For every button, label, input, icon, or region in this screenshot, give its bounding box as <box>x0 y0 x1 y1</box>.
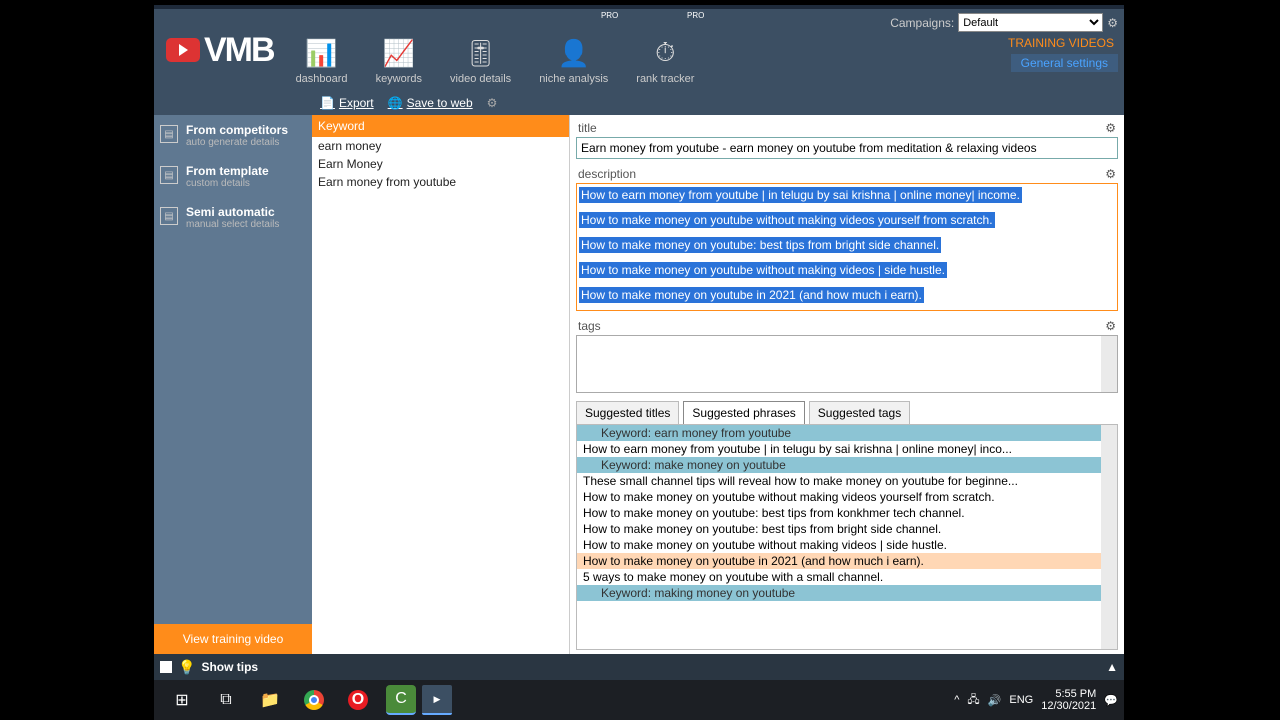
task-view-button[interactable]: ⧉ <box>204 682 248 718</box>
show-tips-button[interactable]: Show tips <box>201 660 258 674</box>
training-videos-link[interactable]: TRAINING VIDEOS <box>1004 34 1118 52</box>
scrollbar[interactable] <box>1101 336 1117 392</box>
pro-badge: PRO <box>687 11 704 20</box>
gear-icon[interactable]: ⚙ <box>1105 319 1116 333</box>
save-to-web-button[interactable]: 🌐Save to web <box>388 96 473 110</box>
campaigns-select[interactable]: Default <box>958 13 1103 32</box>
niche-icon: 👤 <box>558 38 590 69</box>
sidebar-from-template[interactable]: ▤ From templatecustom details <box>154 156 312 197</box>
sidebar-semi-automatic[interactable]: ▤ Semi automaticmanual select details <box>154 197 312 238</box>
document-icon: ▤ <box>160 125 178 143</box>
suggestion-row[interactable]: How to earn money from youtube | in telu… <box>577 441 1117 457</box>
suggestion-row[interactable]: Keyword: earn money from youtube <box>577 425 1117 441</box>
tab-suggested-phrases[interactable]: Suggested phrases <box>683 401 804 424</box>
tab-suggested-tags[interactable]: Suggested tags <box>809 401 910 424</box>
view-training-video-button[interactable]: View training video <box>154 624 312 654</box>
volume-icon[interactable]: 🔊 <box>988 694 1002 707</box>
stop-icon[interactable] <box>160 661 172 673</box>
opera-icon[interactable]: O <box>336 682 380 718</box>
bulb-icon: 💡 <box>178 659 195 676</box>
globe-icon: 🌐 <box>388 96 403 110</box>
general-settings-link[interactable]: General settings <box>1011 54 1118 72</box>
gear-icon[interactable]: ⚙ <box>487 96 498 110</box>
pro-badge: PRO <box>601 11 618 20</box>
keyword-item[interactable]: Earn money from youtube <box>312 173 569 191</box>
dashboard-icon: 📊 <box>305 38 337 69</box>
campaigns-label: Campaigns: <box>890 16 954 30</box>
suggestion-row[interactable]: How to make money on youtube: best tips … <box>577 521 1117 537</box>
title-label: title <box>578 121 597 135</box>
network-icon[interactable]: 🖧 <box>967 691 979 710</box>
start-button[interactable]: ⊞ <box>160 682 204 718</box>
scrollbar[interactable] <box>1101 425 1117 649</box>
notifications-icon[interactable]: 💬 <box>1104 694 1118 707</box>
suggestion-row[interactable]: These small channel tips will reveal how… <box>577 473 1117 489</box>
tab-suggested-titles[interactable]: Suggested titles <box>576 401 679 424</box>
description-textarea[interactable]: How to earn money from youtube | in telu… <box>576 183 1118 311</box>
nav-keywords[interactable]: 📈 keywords <box>362 9 436 91</box>
file-explorer-icon[interactable]: 📁 <box>248 682 292 718</box>
chevron-up-icon[interactable]: ^ <box>954 694 959 706</box>
language-indicator[interactable]: ENG <box>1009 694 1033 706</box>
keyword-list[interactable]: earn money Earn Money Earn money from yo… <box>312 137 569 191</box>
keyword-panel-header: Keyword <box>312 115 569 137</box>
sidebar-from-competitors[interactable]: ▤ From competitorsauto generate details <box>154 115 312 156</box>
suggestion-row[interactable]: How to make money on youtube in 2021 (an… <box>577 553 1117 569</box>
clock[interactable]: 5:55 PM 12/30/2021 <box>1041 688 1096 712</box>
suggestion-row[interactable]: How to make money on youtube without mak… <box>577 537 1117 553</box>
chrome-icon[interactable] <box>292 682 336 718</box>
suggestion-row[interactable]: How to make money on youtube: best tips … <box>577 505 1117 521</box>
video-details-icon: 🎚 <box>464 38 497 69</box>
keyword-item[interactable]: earn money <box>312 137 569 155</box>
app-logo: VMB <box>158 31 282 70</box>
export-icon: 📄 <box>320 96 335 110</box>
suggestion-row[interactable]: Keyword: making money on youtube <box>577 585 1117 601</box>
gear-icon[interactable]: ⚙ <box>1107 16 1118 30</box>
nav-video-details[interactable]: 🎚 video details <box>436 9 525 91</box>
tags-label: tags <box>578 319 601 333</box>
nav-niche-analysis[interactable]: PRO 👤 niche analysis <box>525 9 622 91</box>
keyword-item[interactable]: Earn Money <box>312 155 569 173</box>
camtasia-icon[interactable]: C <box>386 685 416 715</box>
play-icon <box>166 38 200 62</box>
tags-textarea[interactable] <box>576 335 1118 393</box>
export-button[interactable]: 📄Export <box>320 96 374 110</box>
nav-dashboard[interactable]: 📊 dashboard <box>282 9 362 91</box>
description-label: description <box>578 167 636 181</box>
nav-rank-tracker[interactable]: PRO ⏱ rank tracker <box>622 9 708 91</box>
chevron-up-icon[interactable]: ▲ <box>1106 660 1118 674</box>
gear-icon[interactable]: ⚙ <box>1105 167 1116 181</box>
suggestion-row[interactable]: 5 ways to make money on youtube with a s… <box>577 569 1117 585</box>
keywords-icon: 📈 <box>383 38 415 69</box>
suggestion-row[interactable]: Keyword: make money on youtube <box>577 457 1117 473</box>
suggestion-row[interactable]: How to make money on youtube without mak… <box>577 489 1117 505</box>
rank-icon: ⏱ <box>655 37 675 69</box>
gear-icon[interactable]: ⚙ <box>1105 121 1116 135</box>
suggestions-list[interactable]: Keyword: earn money from youtubeHow to e… <box>576 424 1118 650</box>
document-icon: ▤ <box>160 207 178 225</box>
document-icon: ▤ <box>160 166 178 184</box>
title-input[interactable] <box>576 137 1118 159</box>
vmb-taskbar-icon[interactable]: ▶ <box>422 685 452 715</box>
